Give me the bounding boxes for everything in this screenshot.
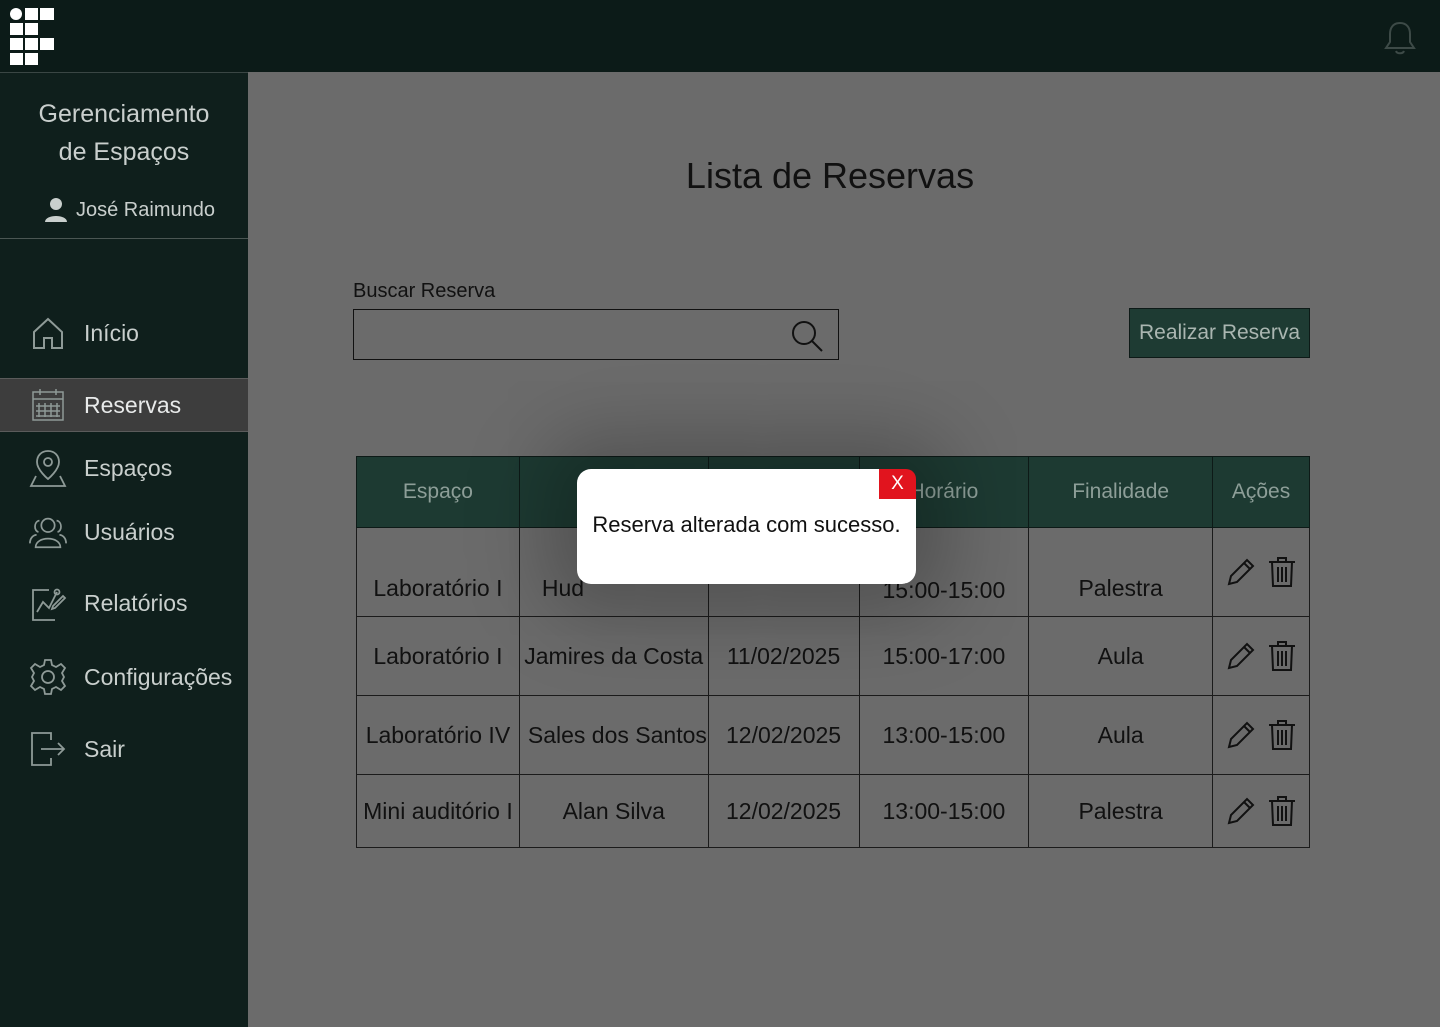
cell-acoes — [1212, 774, 1310, 848]
cell-acoes — [1212, 695, 1310, 775]
sidebar-item-label: Reservas — [84, 391, 182, 418]
table-row[interactable]: Laboratório I Jamires da Costa 11/02/202… — [356, 616, 1310, 696]
institution-logo-icon[interactable] — [9, 7, 55, 65]
page-title: Lista de Reservas — [685, 155, 975, 196]
sidebar-item-configuracoes[interactable]: Configurações — [0, 651, 248, 703]
top-bar — [0, 0, 1440, 72]
calendar-icon — [28, 385, 68, 425]
column-header-espaco[interactable]: Espaço — [356, 456, 520, 528]
report-chart-icon — [28, 583, 68, 623]
gear-icon — [28, 657, 68, 697]
column-header-finalidade[interactable]: Finalidade — [1028, 456, 1214, 528]
cell-usuario: Sales dos Santos — [518, 695, 709, 775]
cell-finalidade: Palestra — [1028, 527, 1214, 617]
sidebar-item-inicio[interactable]: Início — [0, 307, 248, 359]
search-icon[interactable] — [790, 319, 824, 353]
sidebar: Gerenciamento de Espaços José Raimundo I… — [0, 72, 248, 1027]
delete-trash-icon[interactable] — [1268, 719, 1296, 751]
cell-espaco: Laboratório I — [356, 527, 520, 617]
cell-data: 12/02/2025 — [707, 695, 860, 775]
delete-trash-icon[interactable] — [1268, 556, 1296, 588]
cell-data: 11/02/2025 — [707, 616, 860, 696]
edit-pencil-icon[interactable] — [1226, 796, 1256, 826]
current-user[interactable]: José Raimundo — [44, 197, 215, 223]
sidebar-item-usuarios[interactable]: Usuários — [0, 506, 248, 558]
search-field — [353, 309, 839, 361]
cell-data: 12/02/2025 — [707, 774, 860, 848]
cell-horario: 15:00-17:00 — [858, 616, 1030, 696]
modal-close-button[interactable]: X — [879, 469, 916, 499]
sidebar-item-label: Relatórios — [84, 589, 188, 616]
sidebar-item-sair[interactable]: Sair — [0, 723, 248, 775]
edit-pencil-icon[interactable] — [1226, 641, 1256, 671]
edit-pencil-icon[interactable] — [1226, 720, 1256, 750]
cell-horario: 13:00-15:00 — [858, 774, 1030, 848]
cell-finalidade: Aula — [1028, 616, 1214, 696]
modal-message: Reserva alterada com sucesso. — [592, 512, 901, 537]
cell-usuario: Jamires da Costa — [518, 616, 709, 696]
table-row[interactable]: Laboratório IV Sales dos Santos 12/02/20… — [356, 695, 1310, 775]
sidebar-divider — [0, 238, 248, 239]
sidebar-item-label: Sair — [84, 735, 125, 762]
sidebar-item-espacos[interactable]: Espaços — [0, 442, 248, 494]
user-name: José Raimundo — [76, 198, 215, 221]
sidebar-item-label: Início — [84, 319, 139, 346]
user-icon — [45, 198, 67, 222]
sidebar-item-reservas[interactable]: Reservas — [0, 378, 248, 432]
delete-trash-icon[interactable] — [1268, 795, 1296, 827]
cell-espaco: Laboratório I — [356, 616, 520, 696]
cell-usuario: Alan Silva — [518, 774, 709, 848]
table-row[interactable]: Mini auditório I Alan Silva 12/02/2025 1… — [356, 774, 1310, 848]
success-modal: X Reserva alterada com sucesso. — [577, 469, 916, 584]
cell-horario: 13:00-15:00 — [858, 695, 1030, 775]
cell-espaco: Mini auditório I — [356, 774, 520, 848]
new-reservation-button[interactable]: Realizar Reserva — [1129, 308, 1310, 358]
sidebar-item-label: Configurações — [84, 663, 233, 690]
cell-espaco: Laboratório IV — [356, 695, 520, 775]
edit-pencil-icon[interactable] — [1226, 557, 1256, 587]
cell-acoes — [1212, 527, 1310, 617]
search-label: Buscar Reserva — [353, 280, 496, 302]
cell-finalidade: Palestra — [1028, 774, 1214, 848]
sidebar-item-label: Usuários — [84, 518, 175, 545]
sidebar-item-relatorios[interactable]: Relatórios — [0, 577, 248, 629]
logout-icon — [28, 729, 68, 769]
app-title: Gerenciamento de Espaços — [0, 95, 248, 171]
delete-trash-icon[interactable] — [1268, 640, 1296, 672]
sidebar-item-label: Espaços — [84, 454, 173, 481]
location-pin-icon — [28, 448, 68, 488]
cell-acoes — [1212, 616, 1310, 696]
cell-finalidade: Aula — [1028, 695, 1214, 775]
app-title-line2: de Espaços — [58, 138, 190, 166]
home-icon — [28, 313, 68, 353]
column-header-acoes: Ações — [1212, 456, 1310, 528]
app-title-line1: Gerenciamento — [38, 100, 210, 128]
search-input[interactable] — [354, 310, 786, 361]
users-icon — [28, 512, 68, 552]
bell-icon[interactable] — [1382, 20, 1418, 56]
